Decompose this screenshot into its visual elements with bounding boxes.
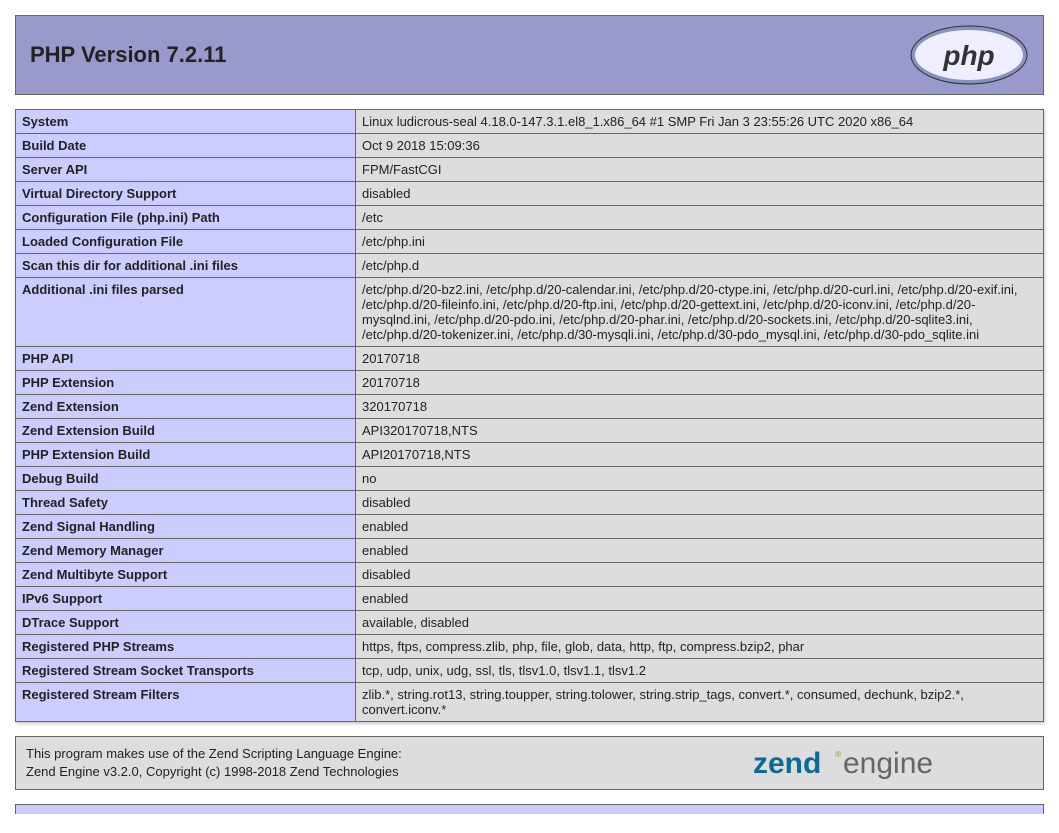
table-row: Zend Extension BuildAPI320170718,NTS (16, 419, 1044, 443)
info-label: Configuration File (php.ini) Path (16, 206, 356, 230)
info-label: Build Date (16, 134, 356, 158)
zend-credits-box: This program makes use of the Zend Scrip… (15, 736, 1044, 790)
table-row: Loaded Configuration File/etc/php.ini (16, 230, 1044, 254)
page-title: PHP Version 7.2.11 (30, 42, 227, 68)
info-value: disabled (356, 491, 1044, 515)
info-value: zlib.*, string.rot13, string.toupper, st… (356, 683, 1044, 722)
info-label: PHP API (16, 347, 356, 371)
table-row: Zend Memory Managerenabled (16, 539, 1044, 563)
info-value: enabled (356, 587, 1044, 611)
table-row: Registered Stream Socket Transportstcp, … (16, 659, 1044, 683)
info-label: Registered Stream Socket Transports (16, 659, 356, 683)
table-row: IPv6 Supportenabled (16, 587, 1044, 611)
table-row: Debug Buildno (16, 467, 1044, 491)
info-label: Thread Safety (16, 491, 356, 515)
table-row: Scan this dir for additional .ini files/… (16, 254, 1044, 278)
next-section-stub (15, 804, 1044, 814)
info-label: Debug Build (16, 467, 356, 491)
info-label: Zend Extension (16, 395, 356, 419)
svg-text:engine: engine (843, 747, 933, 780)
info-label: Zend Extension Build (16, 419, 356, 443)
info-label: Additional .ini files parsed (16, 278, 356, 347)
info-value: 320170718 (356, 395, 1044, 419)
info-value: /etc (356, 206, 1044, 230)
info-value: disabled (356, 182, 1044, 206)
info-label: Zend Memory Manager (16, 539, 356, 563)
zend-credits-line1: This program makes use of the Zend Scrip… (26, 746, 402, 761)
info-value: /etc/php.d/20-bz2.ini, /etc/php.d/20-cal… (356, 278, 1044, 347)
info-value: /etc/php.ini (356, 230, 1044, 254)
info-label: Scan this dir for additional .ini files (16, 254, 356, 278)
info-value: disabled (356, 563, 1044, 587)
table-row: Thread Safetydisabled (16, 491, 1044, 515)
info-value: FPM/FastCGI (356, 158, 1044, 182)
info-label: PHP Extension Build (16, 443, 356, 467)
info-label: Zend Multibyte Support (16, 563, 356, 587)
svg-text:zend: zend (753, 747, 821, 780)
info-value: https, ftps, compress.zlib, php, file, g… (356, 635, 1044, 659)
table-row: Build DateOct 9 2018 15:09:36 (16, 134, 1044, 158)
table-row: SystemLinux ludicrous-seal 4.18.0-147.3.… (16, 110, 1044, 134)
info-value: tcp, udp, unix, udg, ssl, tls, tlsv1.0, … (356, 659, 1044, 683)
zend-credits-line2: Zend Engine v3.2.0, Copyright (c) 1998-2… (26, 764, 399, 779)
svg-text:php: php (942, 40, 994, 71)
table-row: PHP Extension20170718 (16, 371, 1044, 395)
php-logo-icon: php (909, 24, 1029, 86)
phpinfo-table: SystemLinux ludicrous-seal 4.18.0-147.3.… (15, 109, 1044, 722)
info-label: System (16, 110, 356, 134)
table-row: DTrace Supportavailable, disabled (16, 611, 1044, 635)
table-row: Configuration File (php.ini) Path/etc (16, 206, 1044, 230)
table-row: Zend Multibyte Supportdisabled (16, 563, 1044, 587)
info-value: API320170718,NTS (356, 419, 1044, 443)
info-value: no (356, 467, 1044, 491)
table-row: Server APIFPM/FastCGI (16, 158, 1044, 182)
info-value: /etc/php.d (356, 254, 1044, 278)
page-header: PHP Version 7.2.11 php (15, 15, 1044, 95)
info-label: Server API (16, 158, 356, 182)
info-label: Loaded Configuration File (16, 230, 356, 254)
table-row: Additional .ini files parsed/etc/php.d/2… (16, 278, 1044, 347)
info-label: Registered PHP Streams (16, 635, 356, 659)
info-label: IPv6 Support (16, 587, 356, 611)
table-row: Virtual Directory Supportdisabled (16, 182, 1044, 206)
info-label: DTrace Support (16, 611, 356, 635)
table-row: PHP Extension BuildAPI20170718,NTS (16, 443, 1044, 467)
info-label: Virtual Directory Support (16, 182, 356, 206)
zend-credits-text: This program makes use of the Zend Scrip… (26, 745, 402, 780)
info-value: Linux ludicrous-seal 4.18.0-147.3.1.el8_… (356, 110, 1044, 134)
table-row: Registered PHP Streamshttps, ftps, compr… (16, 635, 1044, 659)
info-label: Registered Stream Filters (16, 683, 356, 722)
table-row: Zend Extension320170718 (16, 395, 1044, 419)
info-value: Oct 9 2018 15:09:36 (356, 134, 1044, 158)
table-row: Registered Stream Filterszlib.*, string.… (16, 683, 1044, 722)
info-value: enabled (356, 539, 1044, 563)
zend-engine-logo-icon: zend ® engine (753, 745, 1033, 781)
info-value: API20170718,NTS (356, 443, 1044, 467)
table-row: PHP API20170718 (16, 347, 1044, 371)
info-label: PHP Extension (16, 371, 356, 395)
info-value: available, disabled (356, 611, 1044, 635)
info-value: 20170718 (356, 347, 1044, 371)
info-value: enabled (356, 515, 1044, 539)
info-value: 20170718 (356, 371, 1044, 395)
info-label: Zend Signal Handling (16, 515, 356, 539)
svg-text:®: ® (835, 750, 841, 759)
table-row: Zend Signal Handlingenabled (16, 515, 1044, 539)
